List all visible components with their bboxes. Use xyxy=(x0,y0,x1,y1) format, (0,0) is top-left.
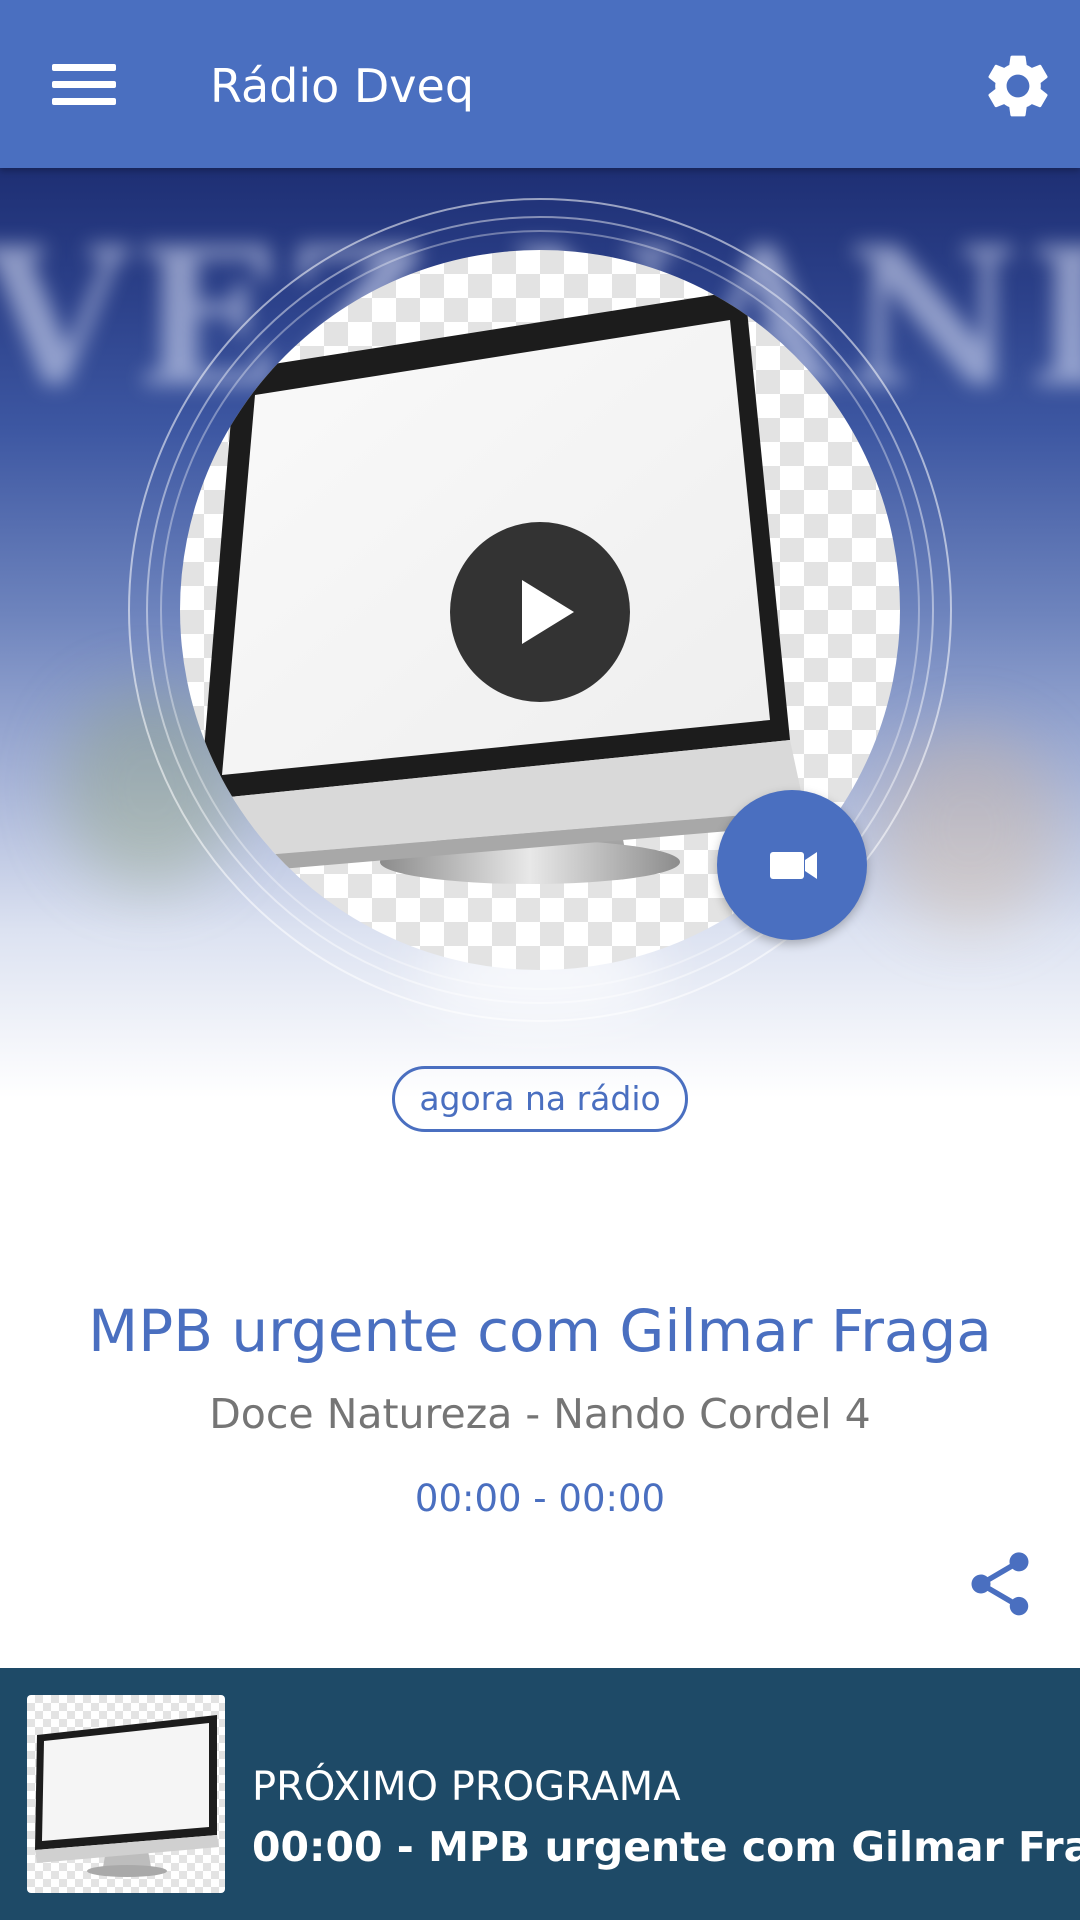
next-program-label: PRÓXIMO PROGRAMA xyxy=(252,1764,681,1810)
video-camera-icon xyxy=(770,852,817,879)
monitor-image xyxy=(35,1715,219,1877)
menu-line xyxy=(52,64,116,71)
gear-icon[interactable] xyxy=(980,48,1056,124)
next-program-info: 00:00 - MPB urgente com Gilmar Fraga xyxy=(252,1823,1080,1871)
video-button[interactable] xyxy=(717,790,867,940)
app-bar: Rádio Dveq xyxy=(0,0,1080,168)
track-info: Doce Natureza - Nando Cordel 4 xyxy=(209,1390,871,1438)
hamburger-menu-icon[interactable] xyxy=(40,52,128,116)
menu-line xyxy=(52,81,116,88)
next-program-thumbnail xyxy=(27,1695,225,1893)
next-program-bar[interactable]: PRÓXIMO PROGRAMA 00:00 - MPB urgente com… xyxy=(0,1668,1080,1920)
hero-banner: VEZ NANDO xyxy=(0,168,1080,1098)
share-icon[interactable] xyxy=(962,1546,1038,1622)
app-title: Rádio Dveq xyxy=(210,59,475,113)
play-button[interactable] xyxy=(450,522,630,702)
play-icon xyxy=(522,580,574,644)
radio-app: Rádio Dveq VEZ NANDO xyxy=(0,0,1080,1920)
on-air-badge: agora na rádio xyxy=(392,1066,688,1132)
menu-line xyxy=(52,98,116,105)
show-time: 00:00 - 00:00 xyxy=(414,1477,666,1520)
show-title: MPB urgente com Gilmar Fraga xyxy=(88,1297,992,1365)
